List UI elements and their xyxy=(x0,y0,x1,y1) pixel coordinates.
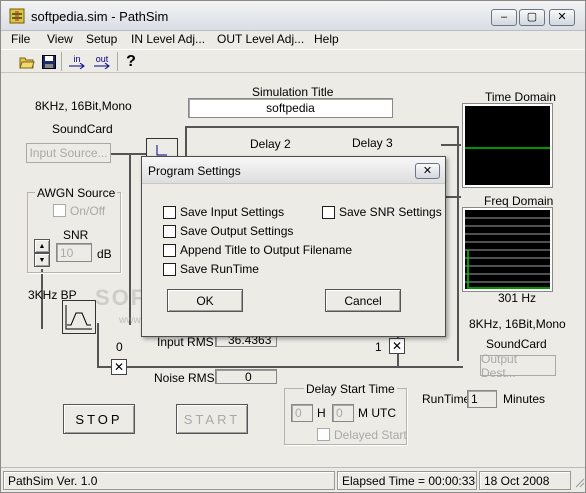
append-title-checkbox[interactable] xyxy=(163,244,176,257)
input-source-button[interactable]: Input Source... xyxy=(26,143,111,163)
output-format-label: 8KHz, 16Bit,Mono xyxy=(469,317,566,331)
close-icon: ✕ xyxy=(422,164,433,177)
awgn-source-title: AWGN Source xyxy=(35,186,118,200)
sim-title-input[interactable]: softpedia xyxy=(188,98,393,118)
title-bar: softpedia.sim - PathSim – ▢ ✕ xyxy=(1,1,585,31)
delayed-start-label: Delayed Start xyxy=(334,428,407,442)
save-input-settings-checkbox[interactable] xyxy=(163,206,176,219)
help-icon[interactable]: ? xyxy=(122,53,140,70)
mixer-x-icon[interactable]: ✕ xyxy=(389,338,405,354)
snr-up-button[interactable]: ▲ xyxy=(34,239,50,253)
awgn-onoff-checkbox[interactable] xyxy=(53,204,66,217)
dialog-title-bar: Program Settings ✕ xyxy=(142,157,445,184)
toolbar-separator xyxy=(61,52,62,71)
path-line xyxy=(185,126,459,128)
delay-2-label: Delay 2 xyxy=(250,137,291,151)
status-version: PathSim Ver. 1.0 xyxy=(3,471,335,490)
save-input-settings-label: Save Input Settings xyxy=(180,205,285,219)
start-button[interactable]: START xyxy=(176,404,248,434)
save-snr-settings-checkbox[interactable] xyxy=(322,206,335,219)
snr-input[interactable]: 10 xyxy=(56,243,92,262)
resize-grip-icon[interactable] xyxy=(573,476,585,488)
close-icon: ✕ xyxy=(557,11,567,23)
status-date: 18 Oct 2008 xyxy=(479,471,571,490)
open-file-icon[interactable] xyxy=(18,53,36,70)
noise-rms-label: Noise RMS xyxy=(154,371,215,385)
menu-file[interactable]: File xyxy=(11,32,30,46)
bandpass-filter-icon xyxy=(65,305,92,330)
input-format-label: 8KHz, 16Bit,Mono xyxy=(35,99,132,113)
time-domain-scope xyxy=(463,104,552,187)
freq-domain-scope xyxy=(463,208,552,291)
menu-help[interactable]: Help xyxy=(314,32,339,46)
output-dest-button[interactable]: Output Dest... xyxy=(480,352,556,380)
time-domain-label: Time Domain xyxy=(485,90,556,104)
zero-path-label: 0 xyxy=(116,340,123,354)
runtime-input[interactable]: 1 xyxy=(467,390,497,408)
snr-down-button[interactable]: ▼ xyxy=(34,253,50,267)
window-title: softpedia.sim - PathSim xyxy=(31,9,169,24)
minutes-utc-label: M UTC xyxy=(358,406,396,420)
program-settings-dialog: Program Settings ✕ Save Input Settings S… xyxy=(141,156,446,337)
main-window: softpedia.sim - PathSim – ▢ ✕ File View … xyxy=(0,0,586,493)
snr-unit-label: dB xyxy=(97,247,112,261)
save-runtime-checkbox[interactable] xyxy=(163,263,176,276)
snr-label: SNR xyxy=(63,228,89,242)
maximize-icon: ▢ xyxy=(526,11,538,23)
runtime-label: RunTime xyxy=(422,392,471,406)
stop-button[interactable]: STOP xyxy=(63,404,135,434)
in-level-text: in xyxy=(73,53,81,64)
mixer-x-icon[interactable]: ✕ xyxy=(111,359,127,375)
save-runtime-label: Save RunTime xyxy=(180,262,259,276)
runtime-minutes-label: Minutes xyxy=(503,392,546,406)
out-level-icon[interactable]: out xyxy=(92,53,112,70)
status-bar: PathSim Ver. 1.0 Elapsed Time = 00:00:33… xyxy=(1,467,585,492)
path-line xyxy=(97,323,99,368)
awgn-onoff-label: On/Off xyxy=(70,204,106,218)
toolbar-separator xyxy=(117,52,118,71)
freq-value-label: 301 Hz xyxy=(498,291,537,305)
menu-view[interactable]: View xyxy=(47,32,73,46)
menu-in-level-adj[interactable]: IN Level Adj... xyxy=(131,32,205,46)
maximize-button[interactable]: ▢ xyxy=(519,9,545,26)
toolbar: in out ? xyxy=(1,49,585,73)
app-icon xyxy=(9,8,25,24)
output-soundcard-label: SoundCard xyxy=(486,337,547,351)
delay-minutes-input[interactable]: 0 xyxy=(332,404,354,422)
delay-start-title: Delay Start Time xyxy=(304,382,397,396)
menu-bar: File View Setup IN Level Adj... OUT Leve… xyxy=(1,31,585,49)
delayed-start-checkbox[interactable] xyxy=(317,428,330,441)
minimize-button[interactable]: – xyxy=(491,9,517,26)
bandpass-filter-block[interactable] xyxy=(62,300,96,334)
menu-out-level-adj[interactable]: OUT Level Adj... xyxy=(217,32,304,46)
menu-setup[interactable]: Setup xyxy=(86,32,117,46)
status-elapsed: Elapsed Time = 00:00:33 xyxy=(337,471,477,490)
save-file-icon[interactable] xyxy=(40,53,58,70)
save-output-settings-label: Save Output Settings xyxy=(180,224,294,238)
sim-title-label: Simulation Title xyxy=(252,85,334,99)
freq-domain-label: Freq Domain xyxy=(484,194,554,208)
input-soundcard-label: SoundCard xyxy=(52,122,113,136)
path-line xyxy=(457,126,459,361)
path-line xyxy=(441,144,461,146)
minimize-icon: – xyxy=(500,11,508,23)
delay-hours-input[interactable]: 0 xyxy=(291,404,313,422)
in-level-icon[interactable]: in xyxy=(68,53,86,70)
save-output-settings-checkbox[interactable] xyxy=(163,225,176,238)
append-title-label: Append Title to Output Filename xyxy=(180,243,353,257)
path-line xyxy=(97,366,463,368)
one-path-label: 1 xyxy=(375,340,382,354)
delay-3-label: Delay 3 xyxy=(352,136,393,150)
cancel-button[interactable]: Cancel xyxy=(325,289,401,312)
ok-button[interactable]: OK xyxy=(167,289,243,312)
save-snr-settings-label: Save SNR Settings xyxy=(339,205,442,219)
dialog-title: Program Settings xyxy=(148,164,241,178)
dialog-close-button[interactable]: ✕ xyxy=(415,163,440,179)
path-line xyxy=(185,126,187,156)
hours-unit-label: H xyxy=(317,406,326,420)
out-level-text: out xyxy=(95,53,109,64)
close-button[interactable]: ✕ xyxy=(549,9,575,26)
input-rms-label: Input RMS xyxy=(157,335,214,349)
noise-rms-value: 0 xyxy=(215,369,277,384)
